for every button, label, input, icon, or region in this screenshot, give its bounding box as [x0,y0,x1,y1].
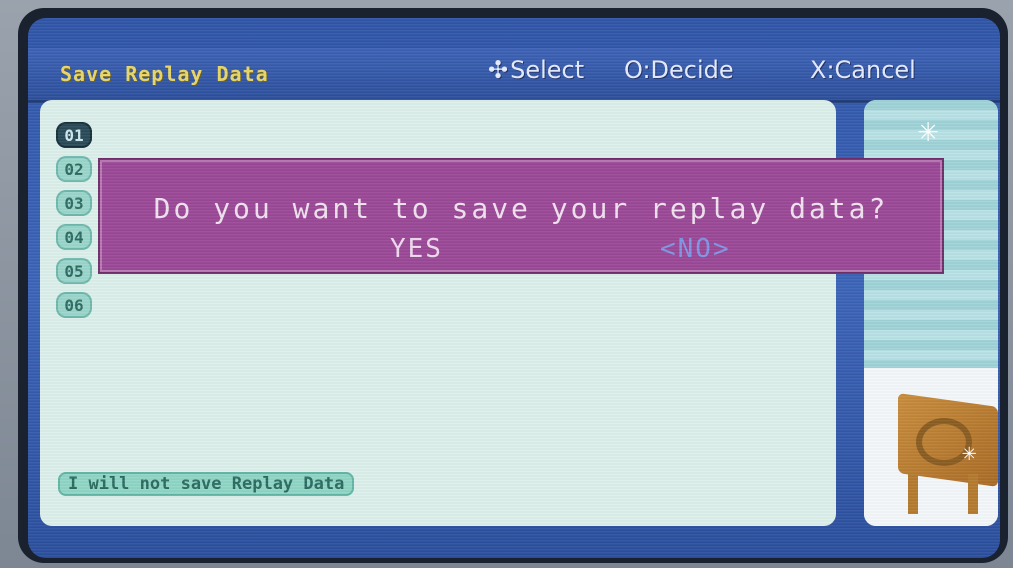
game-screen: Save Replay Data ✣Select O:Decide X:Canc… [28,18,1000,558]
sparkle-icon: ✳ [918,110,939,150]
sign-leg [908,474,918,514]
sparkle-icon: ✳ [962,438,977,466]
slot-02[interactable]: 02 [56,156,92,182]
yes-button[interactable]: YES [390,234,443,264]
slot-03[interactable]: 03 [56,190,92,216]
slot-05[interactable]: 05 [56,258,92,284]
slot-06[interactable]: 06 [56,292,92,318]
no-button[interactable]: <NO> [660,234,731,264]
slot-01[interactable]: 01 [56,122,92,148]
select-hint-label: Select [510,56,585,84]
select-hint: ✣Select [488,56,584,84]
slot-04[interactable]: 04 [56,224,92,250]
cancel-hint: X:Cancel [810,56,916,84]
page-title: Save Replay Data [60,62,269,86]
sign-leg [968,474,978,514]
dpad-icon: ✣ [488,56,509,84]
no-save-option[interactable]: I will not save Replay Data [58,472,355,496]
decide-hint: O:Decide [624,56,734,84]
dialog-question: Do you want to save your replay data? [153,192,889,225]
save-confirm-dialog: Do you want to save your replay data? YE… [98,158,944,274]
